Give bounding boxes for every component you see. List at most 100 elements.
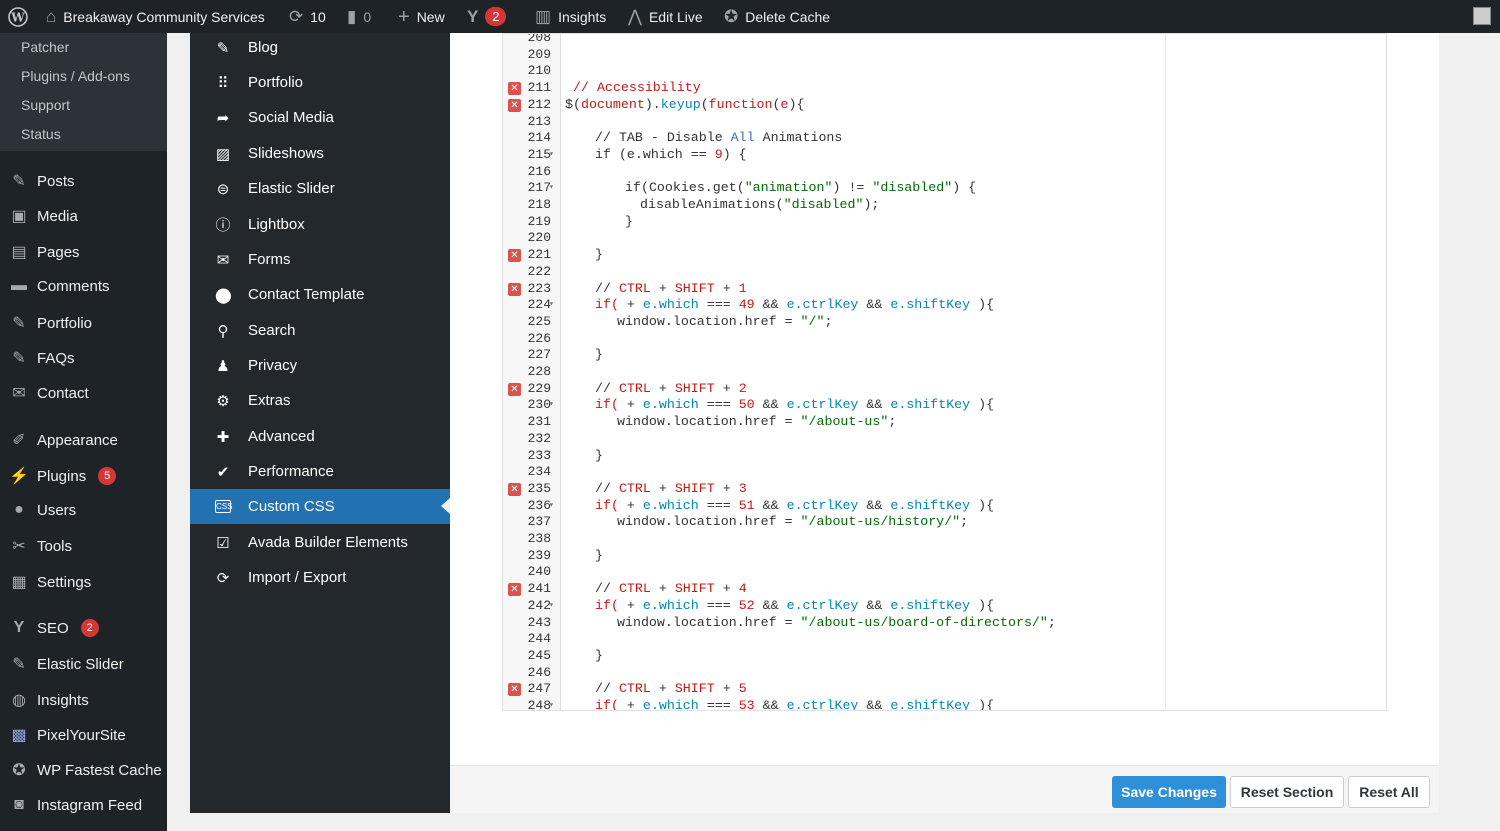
- panel-item-portfolio[interactable]: ⠿ Portfolio: [190, 65, 450, 100]
- code-line[interactable]: 248 ▾ if( + e.which === 53 && e.ctrlKey &&…: [503, 698, 1386, 710]
- code-line[interactable]: 228: [503, 364, 1386, 381]
- sidebar-item-pages[interactable]: ▤ Pages: [9, 242, 79, 262]
- code-line[interactable]: 220: [503, 230, 1386, 247]
- delete-cache-link[interactable]: ✪ Delete Cache: [724, 0, 830, 33]
- css-code-editor[interactable]: 208 209 210 ✕ 211// Accessibility ✕ 212 $(docum…: [502, 33, 1387, 711]
- code-line[interactable]: 232: [503, 431, 1386, 448]
- code-line[interactable]: 244: [503, 631, 1386, 648]
- site-name-link[interactable]: ⌂ Breakaway Community Services: [46, 0, 265, 33]
- panel-item-privacy[interactable]: ♟ Privacy: [190, 348, 450, 383]
- panel-item-builder-elements[interactable]: ☑ Avada Builder Elements: [190, 525, 450, 560]
- code-line[interactable]: 226: [503, 331, 1386, 348]
- sidebar-item-users[interactable]: ● Users: [9, 501, 76, 519]
- fold-toggle-icon[interactable]: ▾: [549, 397, 554, 414]
- code-line[interactable]: 210: [503, 63, 1386, 80]
- reset-section-button[interactable]: Reset Section: [1230, 776, 1344, 808]
- code-line[interactable]: 215 ▾ if (e.which == 9) {: [503, 147, 1386, 164]
- edit-live-link[interactable]: ⋀ Edit Live: [628, 0, 703, 33]
- code-line[interactable]: 214 // TAB - Disable All Animations: [503, 130, 1386, 147]
- code-line[interactable]: 245}: [503, 648, 1386, 665]
- code-line[interactable]: 230 ▾ if( + e.which === 50 && e.ctrlKey &&…: [503, 397, 1386, 414]
- sidebar-item-comments[interactable]: ▬ Comments: [9, 277, 110, 295]
- code-line[interactable]: 217 ▾ if(Cookies.get("animation") != "disa…: [503, 180, 1386, 197]
- sidebar-item-appearance[interactable]: ✐ Appearance: [9, 430, 118, 450]
- updates-link[interactable]: ⟳ 10: [289, 0, 326, 33]
- panel-item-lightbox[interactable]: ⓘ Lightbox: [190, 207, 450, 242]
- fold-toggle-icon[interactable]: ▾: [549, 498, 554, 515]
- fold-toggle-icon[interactable]: ▾: [549, 147, 554, 164]
- sidebar-item-instagram-feed[interactable]: ◙ Instagram Feed: [9, 796, 142, 814]
- code-line[interactable]: 213: [503, 114, 1386, 131]
- code-line[interactable]: ✕ 247// CTRL + SHIFT + 5: [503, 681, 1386, 698]
- sidebar-item-settings[interactable]: ▦ Settings: [9, 572, 91, 592]
- code-line[interactable]: 237 window.location.href = "/about-us/his…: [503, 514, 1386, 531]
- reset-all-button[interactable]: Reset All: [1348, 776, 1430, 808]
- code-line[interactable]: 238: [503, 531, 1386, 548]
- panel-item-social-media[interactable]: ➦ Social Media: [190, 100, 450, 135]
- code-line[interactable]: 243 window.location.href = "/about-us/boa…: [503, 615, 1386, 632]
- code-line[interactable]: 218 disableAnimations("disabled");: [503, 197, 1386, 214]
- code-line[interactable]: 209: [503, 47, 1386, 64]
- code-line[interactable]: ✕ 223// CTRL + SHIFT + 1: [503, 281, 1386, 298]
- sidebar-item-wp-fastest-cache[interactable]: ✪ WP Fastest Cache: [9, 760, 161, 780]
- panel-item-custom-css[interactable]: CSS Custom CSS: [190, 489, 450, 524]
- code-line[interactable]: 208: [503, 34, 1386, 47]
- sidebar-item-insights[interactable]: ◍ Insights: [9, 690, 89, 710]
- code-line[interactable]: 242 ▾ if( + e.which === 52 && e.ctrlKey &&…: [503, 598, 1386, 615]
- save-changes-button[interactable]: Save Changes: [1112, 776, 1226, 808]
- sidebar-item-seo[interactable]: Y SEO 2: [9, 619, 99, 637]
- panel-item-search[interactable]: ⚲ Search: [190, 313, 450, 348]
- code-line[interactable]: ✕ 212 $(document).keyup(function(e){: [503, 97, 1386, 114]
- code-line[interactable]: 227}: [503, 347, 1386, 364]
- sidebar-item-portfolio[interactable]: ✎ Portfolio: [9, 313, 92, 333]
- fold-toggle-icon[interactable]: ▾: [549, 180, 554, 197]
- panel-item-contact-template[interactable]: ⬤ Contact Template: [190, 277, 450, 312]
- code-line[interactable]: ✕ 241// CTRL + SHIFT + 4: [503, 581, 1386, 598]
- fold-toggle-icon[interactable]: ▾: [549, 598, 554, 615]
- panel-item-slideshows[interactable]: ▨ Slideshows: [190, 136, 450, 171]
- code-line[interactable]: 231 window.location.href = "/about-us";: [503, 414, 1386, 431]
- panel-item-elastic-slider[interactable]: ⊜ Elastic Slider: [190, 171, 450, 206]
- sidebar-item-pixelyoursite[interactable]: ▩ PixelYourSite: [9, 725, 125, 745]
- fold-toggle-icon[interactable]: ▾: [549, 698, 554, 710]
- new-content-link[interactable]: + New: [398, 0, 445, 33]
- code-line[interactable]: 239}: [503, 548, 1386, 565]
- code-line[interactable]: 219}: [503, 214, 1386, 231]
- code-line[interactable]: ✕ 235// CTRL + SHIFT + 3: [503, 481, 1386, 498]
- sidebar-item-plugins[interactable]: ⚡ Plugins 5: [9, 466, 117, 486]
- sidebar-item-contact[interactable]: ✉ Contact: [9, 383, 88, 403]
- code-line[interactable]: 224 ▾ if( + e.which === 49 && e.ctrlKey &&…: [503, 297, 1386, 314]
- code-line[interactable]: 222: [503, 264, 1386, 281]
- panel-item-advanced[interactable]: ✚ Advanced: [190, 419, 450, 454]
- code-line[interactable]: 225 window.location.href = "/";: [503, 314, 1386, 331]
- sidebar-item-tools[interactable]: ✂ Tools: [9, 536, 72, 556]
- panel-item-performance[interactable]: ✔ Performance: [190, 454, 450, 489]
- code-line[interactable]: ✕ 229// CTRL + SHIFT + 2: [503, 381, 1386, 398]
- sidebar-item-media[interactable]: ▣ Media: [9, 206, 77, 226]
- submenu-item-support[interactable]: Support: [21, 97, 70, 113]
- panel-item-blog[interactable]: ✎ Blog: [190, 30, 450, 65]
- insights-link[interactable]: ▥ Insights: [535, 0, 606, 33]
- submenu-item-plugins-addons[interactable]: Plugins / Add-ons: [21, 68, 130, 84]
- code-line[interactable]: ✕ 221}: [503, 247, 1386, 264]
- code-line[interactable]: 246: [503, 665, 1386, 682]
- sidebar-item-posts[interactable]: ✎ Posts: [9, 171, 74, 191]
- submenu-item-status[interactable]: Status: [21, 126, 61, 142]
- panel-item-forms[interactable]: ✉ Forms: [190, 242, 450, 277]
- code-line[interactable]: 240: [503, 564, 1386, 581]
- sidebar-item-faqs[interactable]: ✎ FAQs: [9, 348, 74, 368]
- comments-link[interactable]: ▮ 0: [347, 0, 371, 33]
- code-line[interactable]: ✕ 211// Accessibility: [503, 80, 1386, 97]
- code-line[interactable]: 233}: [503, 448, 1386, 465]
- panel-item-import-export[interactable]: ⟳ Import / Export: [190, 560, 450, 595]
- code-line[interactable]: 234: [503, 464, 1386, 481]
- code-line[interactable]: 236 ▾ if( + e.which === 51 && e.ctrlKey &&…: [503, 498, 1386, 515]
- code-line[interactable]: 216: [503, 164, 1386, 181]
- fold-toggle-icon[interactable]: ▾: [549, 297, 554, 314]
- panel-item-extras[interactable]: ⚙ Extras: [190, 383, 450, 418]
- yoast-link[interactable]: Y 2: [467, 0, 507, 33]
- sidebar-item-elastic-slider[interactable]: ✎ Elastic Slider: [9, 654, 123, 674]
- avatar[interactable]: [1473, 7, 1491, 25]
- wordpress-logo-icon[interactable]: W: [8, 0, 28, 33]
- submenu-item-patcher[interactable]: Patcher: [21, 39, 69, 55]
